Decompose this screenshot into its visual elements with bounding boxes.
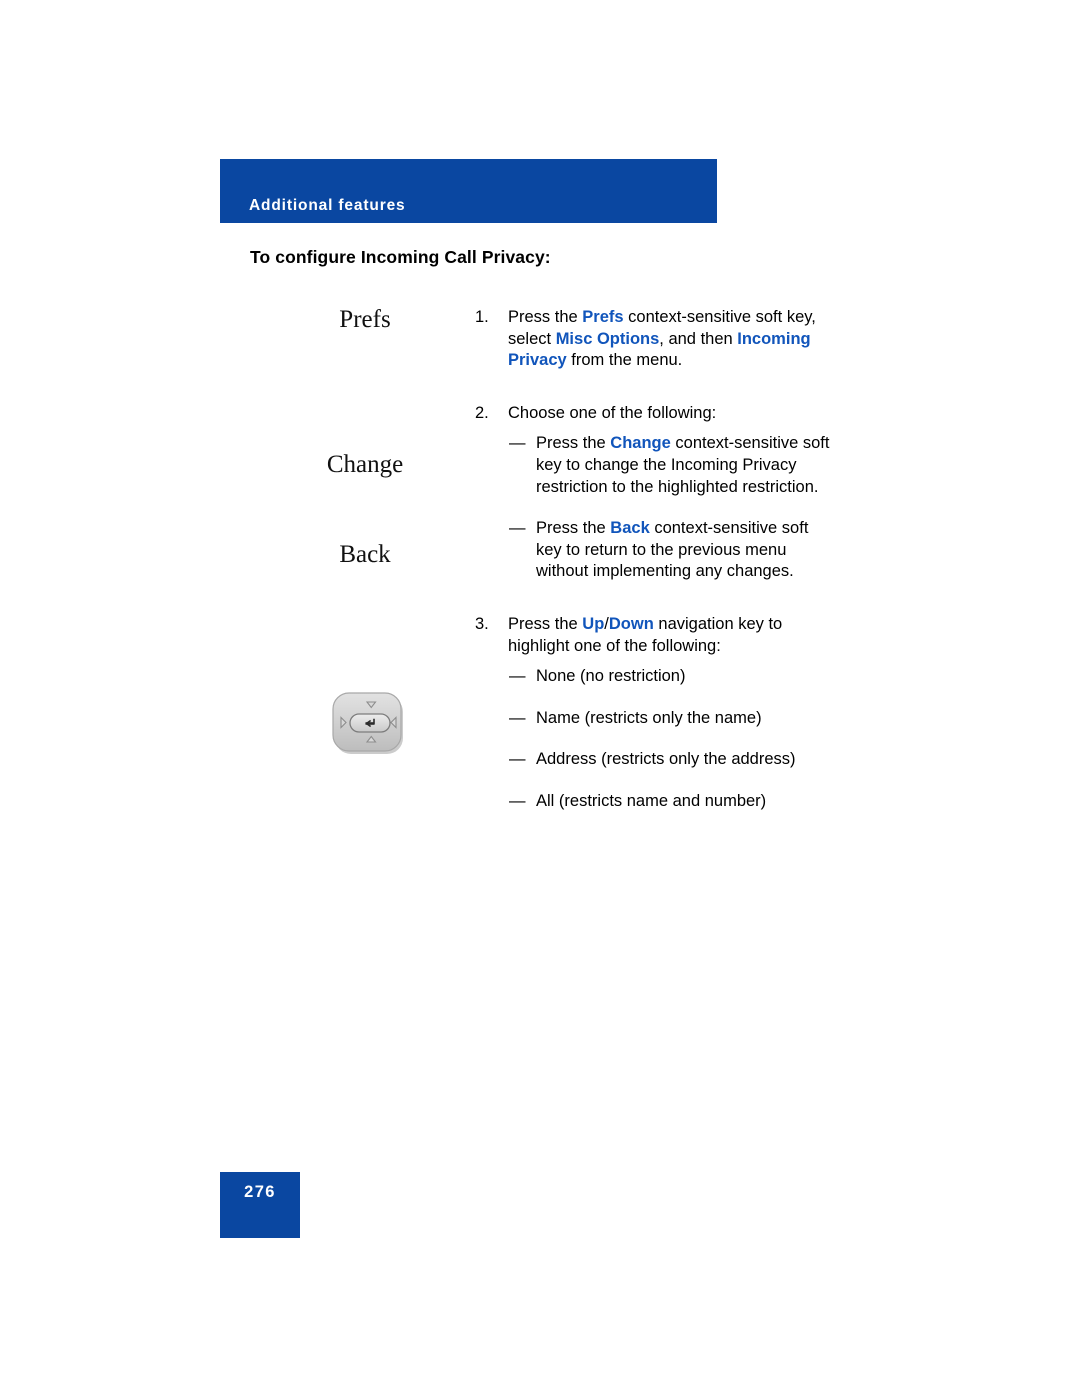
step-3-sub-list: — None (no restriction) — Name (restrict…: [509, 666, 835, 812]
page-number-box: 276: [220, 1172, 300, 1238]
procedure-steps: 1. Press the Prefs context-sensitive sof…: [475, 307, 835, 813]
em-dash-icon: —: [509, 667, 526, 686]
margin-label-change: Change: [326, 451, 404, 478]
document-page: Additional features To configure Incomin…: [0, 0, 1080, 1397]
step-3-number: 3.: [475, 614, 489, 633]
step-1: 1. Press the Prefs context-sensitive sof…: [475, 307, 835, 372]
navigation-key-graphic: [332, 692, 403, 754]
step-2-text: Choose one of the following:: [508, 403, 717, 422]
page-title: To configure Incoming Call Privacy:: [250, 247, 551, 267]
margin-label-prefs: Prefs: [339, 306, 391, 333]
restriction-option-address: Address (restricts only the address): [536, 750, 796, 769]
step-1-text: Press the Prefs context-sensitive soft k…: [508, 308, 816, 370]
list-item: — Address (restricts only the address): [509, 749, 835, 771]
list-item: — Name (restricts only the name): [509, 708, 835, 730]
margin-label-back: Back: [339, 541, 391, 568]
em-dash-icon: —: [509, 519, 526, 538]
step-1-number: 1.: [475, 308, 489, 326]
restriction-option-name: Name (restricts only the name): [536, 708, 762, 727]
list-item: — None (no restriction): [509, 666, 835, 688]
chapter-header-banner: Additional features: [220, 159, 717, 223]
step-2-sub-1-text: Press the Change context-sensitive soft …: [536, 434, 830, 496]
page-number: 276: [244, 1183, 276, 1201]
em-dash-icon: —: [509, 791, 526, 810]
list-item: — Press the Back context-sensitive soft …: [509, 518, 835, 583]
list-item: — Press the Change context-sensitive sof…: [509, 433, 835, 498]
restriction-option-none: None (no restriction): [536, 667, 686, 686]
restriction-option-all: All (restricts name and number): [536, 791, 767, 810]
em-dash-icon: —: [509, 708, 526, 727]
step-2-sub-list: — Press the Change context-sensitive sof…: [509, 433, 835, 583]
navigation-key-icon: [330, 690, 410, 758]
list-item: — All (restricts name and number): [509, 791, 835, 813]
step-2: 2. Choose one of the following: — Press …: [475, 403, 835, 583]
em-dash-icon: —: [509, 434, 526, 453]
step-3: 3. Press the Up/Down navigation key to h…: [475, 614, 835, 813]
step-3-text: Press the Up/Down navigation key to high…: [508, 614, 783, 655]
em-dash-icon: —: [509, 750, 526, 769]
step-2-sub-2-text: Press the Back context-sensitive soft ke…: [536, 519, 809, 581]
step-2-number: 2.: [475, 403, 489, 422]
chapter-header-label: Additional features: [249, 197, 406, 214]
